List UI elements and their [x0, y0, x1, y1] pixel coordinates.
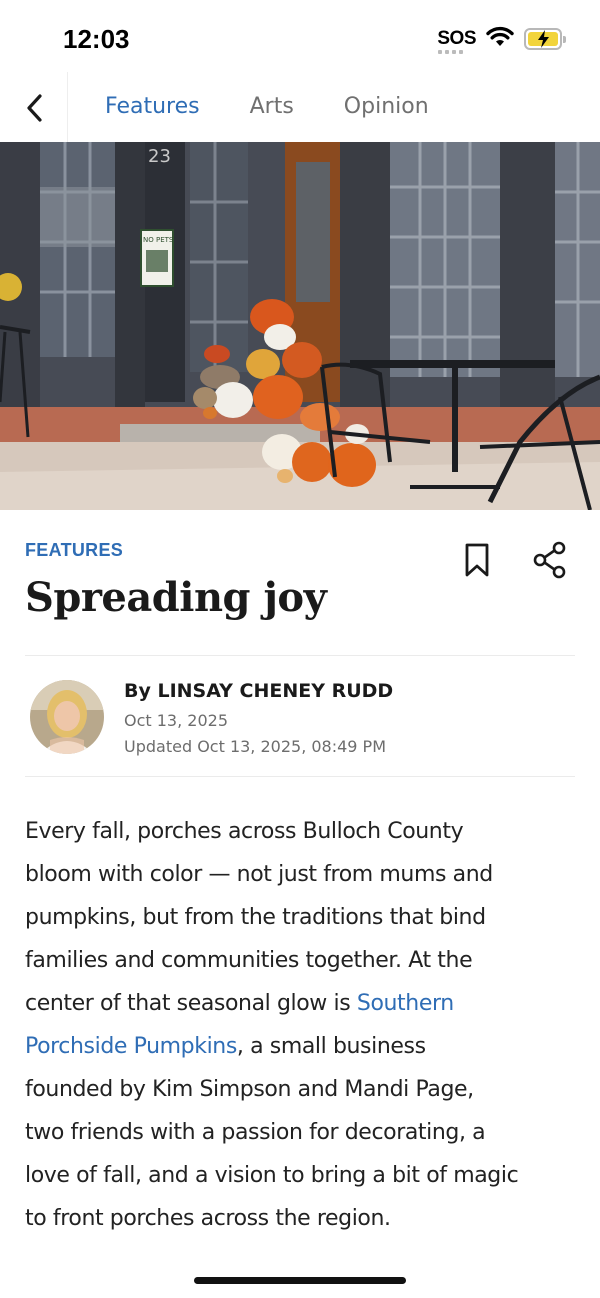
body-line: Every fall, porches across Bulloch Count… — [25, 819, 464, 844]
body-line: founded by Kim Simpson and Mandi Page, — [25, 1077, 474, 1102]
nav-divider — [67, 72, 68, 142]
divider — [25, 655, 575, 656]
body-line: bloom with color — not just from mums an… — [25, 862, 493, 887]
sos-indicator: SOS — [437, 28, 476, 54]
no-pets-sign: NO PETS — [143, 236, 174, 244]
battery-charging-icon — [524, 28, 566, 50]
author-byline[interactable]: By LINSAY CHENEY RUDD — [124, 680, 393, 702]
business-link[interactable]: Porchside Pumpkins — [25, 1034, 237, 1059]
body-line: center of that seasonal glow is Southern — [25, 982, 585, 1025]
article-headline: Spreading joy — [25, 574, 327, 621]
share-icon — [533, 541, 566, 579]
door-number: 23 — [148, 146, 171, 167]
home-indicator[interactable] — [194, 1277, 406, 1284]
status-bar: 12:03 SOS — [0, 0, 600, 80]
body-line: to front porches across the region. — [25, 1206, 391, 1231]
business-link[interactable]: Southern — [357, 991, 454, 1016]
wifi-icon — [486, 26, 514, 52]
share-button[interactable] — [531, 541, 569, 579]
tab-opinion[interactable]: Opinion — [344, 94, 429, 119]
publish-date: Oct 13, 2025 — [124, 711, 228, 730]
body-line: pumpkins, but from the traditions that b… — [25, 905, 486, 930]
status-time: 12:03 — [63, 24, 130, 54]
body-line: love of fall, and a vision to bring a bi… — [25, 1163, 519, 1188]
section-tabs: Features Arts Opinion — [105, 94, 429, 119]
top-nav: Features Arts Opinion — [0, 72, 600, 142]
bookmark-button[interactable] — [462, 542, 492, 578]
updated-date: Updated Oct 13, 2025, 08:49 PM — [124, 737, 387, 756]
author-avatar[interactable] — [30, 680, 104, 754]
body-text-fragment: center of that seasonal glow is — [25, 991, 357, 1016]
hero-image: 23 NO PETS — [0, 142, 600, 510]
body-line: families and communities together. At th… — [25, 948, 473, 973]
tab-arts[interactable]: Arts — [250, 94, 294, 119]
status-icons: SOS — [437, 26, 566, 54]
body-text-fragment: , a small business — [236, 1034, 426, 1059]
back-button[interactable] — [18, 88, 52, 128]
body-line: Porchside Pumpkins, a small business — [25, 1025, 585, 1068]
article-body: Every fall, porches across Bulloch Count… — [25, 810, 585, 1240]
body-line: two friends with a passion for decoratin… — [25, 1120, 486, 1145]
bookmark-icon — [465, 543, 489, 577]
sos-label: SOS — [437, 28, 476, 49]
divider — [25, 776, 575, 777]
section-label[interactable]: FEATURES — [25, 540, 123, 561]
signal-dots-icon — [438, 50, 464, 54]
chevron-left-icon — [27, 94, 42, 122]
tab-features[interactable]: Features — [105, 94, 200, 119]
